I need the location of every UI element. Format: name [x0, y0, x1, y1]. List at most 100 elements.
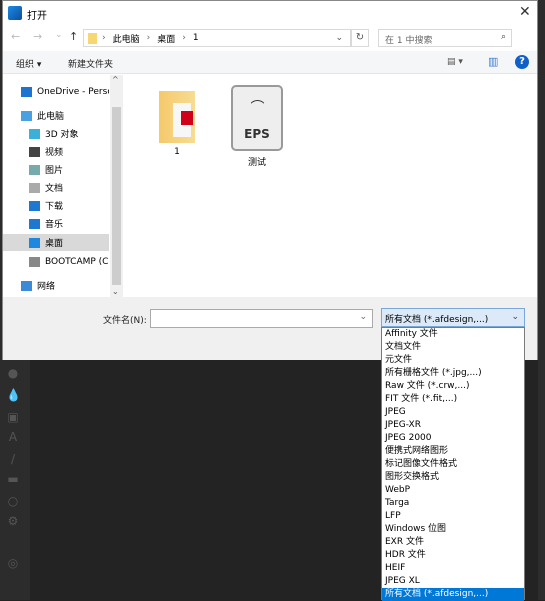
computer-icon	[21, 110, 32, 121]
filetype-select[interactable]: 所有文档 (*.afdesign,...) ⌄	[381, 308, 525, 327]
sidebar-item[interactable]: 3D 对象	[3, 125, 109, 142]
filetype-dropdown-list: Affinity 文件 文档文件 元文件 所有栅格文件 (*.jpg,...) Raw …	[381, 327, 525, 601]
new-folder-button[interactable]: 新建文件夹	[68, 57, 113, 70]
address-bar[interactable]: › 此电脑 › 桌面 › 1 ⌄	[83, 29, 351, 47]
organize-button[interactable]: 组织 ▾	[16, 57, 41, 70]
file-item-eps[interactable]: ⌒ EPS 测试	[227, 85, 287, 168]
sidebar-item[interactable]: 下载	[3, 197, 109, 214]
file-name: 测试	[247, 158, 266, 168]
address-dropdown-icon[interactable]: ⌄	[335, 33, 343, 43]
filetype-option[interactable]: JPEG 2000	[382, 432, 524, 445]
sidebar-item[interactable]: 桌面	[3, 234, 109, 251]
sidebar-item[interactable]: 音乐	[3, 215, 109, 232]
sidebar-item[interactable]: 图片	[3, 161, 109, 178]
filename-label: 文件名(N):	[103, 316, 147, 326]
fill-tool-icon[interactable]: 💧	[6, 388, 21, 402]
command-toolbar: 组织 ▾ 新建文件夹 ▤ ▾ ▥ ?	[3, 51, 537, 74]
forward-icon[interactable]: →	[33, 30, 42, 43]
color-tool-icon[interactable]: ●	[6, 366, 20, 380]
filetype-option[interactable]: JPEG XL	[382, 575, 524, 588]
view-options-button[interactable]: ▤ ▾	[447, 57, 463, 67]
filetype-option[interactable]: 图形交换格式	[382, 471, 524, 484]
filetype-option[interactable]: LFP	[382, 510, 524, 523]
sidebar-item-label: 下载	[45, 202, 64, 212]
brush-tool-icon[interactable]: /	[6, 452, 20, 466]
filetype-option[interactable]: 所有栅格文件 (*.jpg,...)	[382, 367, 524, 380]
file-name: 1	[174, 147, 180, 157]
filetype-option[interactable]: JPEG-XR	[382, 419, 524, 432]
filetype-option[interactable]: Affinity 文件	[382, 328, 524, 341]
download-icon	[29, 200, 40, 211]
eps-file-icon: ⌒ EPS	[231, 85, 283, 151]
file-item-folder[interactable]: 1	[147, 85, 207, 157]
text-tool-icon[interactable]: A	[6, 430, 20, 444]
cloud-icon	[21, 86, 32, 97]
up-icon[interactable]: ↑	[69, 30, 78, 43]
recent-locations-icon[interactable]: ⌄	[55, 30, 63, 40]
filetype-option[interactable]: Targa	[382, 497, 524, 510]
filetype-option[interactable]: JPEG	[382, 406, 524, 419]
sidebar-item[interactable]: 视频	[3, 143, 109, 160]
sidebar-item-label: 桌面	[45, 239, 64, 249]
video-icon	[29, 146, 40, 157]
filetype-option[interactable]: FIT 文件 (*.fit,...)	[382, 393, 524, 406]
zoom-tool-icon[interactable]: ○	[6, 494, 20, 508]
document-icon	[29, 182, 40, 193]
search-icon: ⌕	[500, 32, 506, 42]
sidebar-item-label: BOOTCAMP (C:)	[45, 256, 109, 267]
filetype-option[interactable]: 所有文档 (*.afdesign,...)	[382, 588, 524, 601]
sidebar-item-label: 文档	[45, 184, 64, 194]
ruler-tool-icon[interactable]: ▬	[6, 472, 20, 486]
title-bar: 打开 ✕	[3, 1, 537, 28]
filetype-option[interactable]: Raw 文件 (*.crw,...)	[382, 380, 524, 393]
app-right-edge	[538, 0, 545, 600]
sidebar-item[interactable]: OneDrive - Personal	[3, 83, 109, 100]
chevron-down-icon: ⌄	[511, 312, 519, 322]
sidebar-item-label: 网络	[37, 282, 56, 292]
folder-icon	[88, 32, 97, 44]
refresh-button[interactable]: ↻	[351, 29, 369, 47]
filetype-option[interactable]: EXR 文件	[382, 536, 524, 549]
dialog-title: 打开	[27, 11, 47, 22]
chevron-down-icon[interactable]: ⌄	[359, 312, 367, 322]
filetype-option[interactable]: 元文件	[382, 354, 524, 367]
music-icon	[29, 218, 40, 229]
filetype-option[interactable]: WebP	[382, 484, 524, 497]
breadcrumb-desktop[interactable]: 桌面	[157, 32, 175, 45]
sidebar-item-label: 图片	[45, 166, 64, 176]
selection-tool-icon[interactable]: ▣	[6, 410, 20, 424]
search-input[interactable]: 在 1 中搜索 ⌕	[378, 29, 512, 47]
pictures-icon	[29, 164, 40, 175]
file-list: 1 ⌒ EPS 测试	[123, 75, 537, 297]
scrollbar-thumb[interactable]	[112, 107, 121, 285]
back-icon[interactable]: ←	[11, 30, 20, 43]
sidebar-item[interactable]: 文档	[3, 179, 109, 196]
drive-icon	[29, 256, 40, 267]
sidebar-item[interactable]: 网络	[3, 277, 109, 294]
filetype-option[interactable]: 标记图像文件格式	[382, 458, 524, 471]
open-file-dialog: 打开 ✕ ← → ⌄ ↑ › 此电脑 › 桌面 › 1 ⌄ ↻ 在 1 中搜索 …	[2, 0, 538, 360]
close-button[interactable]: ✕	[519, 4, 531, 20]
sidebar-item[interactable]: BOOTCAMP (C:)	[3, 253, 109, 270]
breadcrumb-1[interactable]: 1	[193, 33, 199, 43]
help-button[interactable]: ?	[515, 55, 529, 69]
filetype-option[interactable]: 便携式网络图形	[382, 445, 524, 458]
folder-icon	[159, 91, 195, 143]
sidebar-item[interactable]: 此电脑	[3, 107, 109, 124]
sidebar-item-label: OneDrive - Personal	[37, 86, 109, 97]
filetype-option[interactable]: Windows 位图	[382, 523, 524, 536]
layers-icon[interactable]: ◎	[6, 556, 20, 570]
sidebar-item-label: 3D 对象	[45, 130, 79, 140]
sidebar-item-label: 此电脑	[37, 112, 65, 122]
desktop-icon	[29, 237, 40, 248]
navigation-pane: OneDrive - Personal 此电脑 3D 对象视频图片文档下载音乐桌面 B…	[3, 75, 122, 297]
filetype-option[interactable]: HEIF	[382, 562, 524, 575]
preview-pane-button[interactable]: ▥	[488, 55, 498, 68]
filetype-option[interactable]: 文档文件	[382, 341, 524, 354]
sidebar-item-label: 视频	[45, 148, 64, 158]
cube-icon	[29, 128, 40, 139]
filetype-option[interactable]: HDR 文件	[382, 549, 524, 562]
filename-input[interactable]: ⌄	[150, 309, 373, 328]
gear-icon[interactable]: ⚙	[6, 514, 20, 528]
breadcrumb-this-pc[interactable]: 此电脑	[113, 32, 140, 45]
